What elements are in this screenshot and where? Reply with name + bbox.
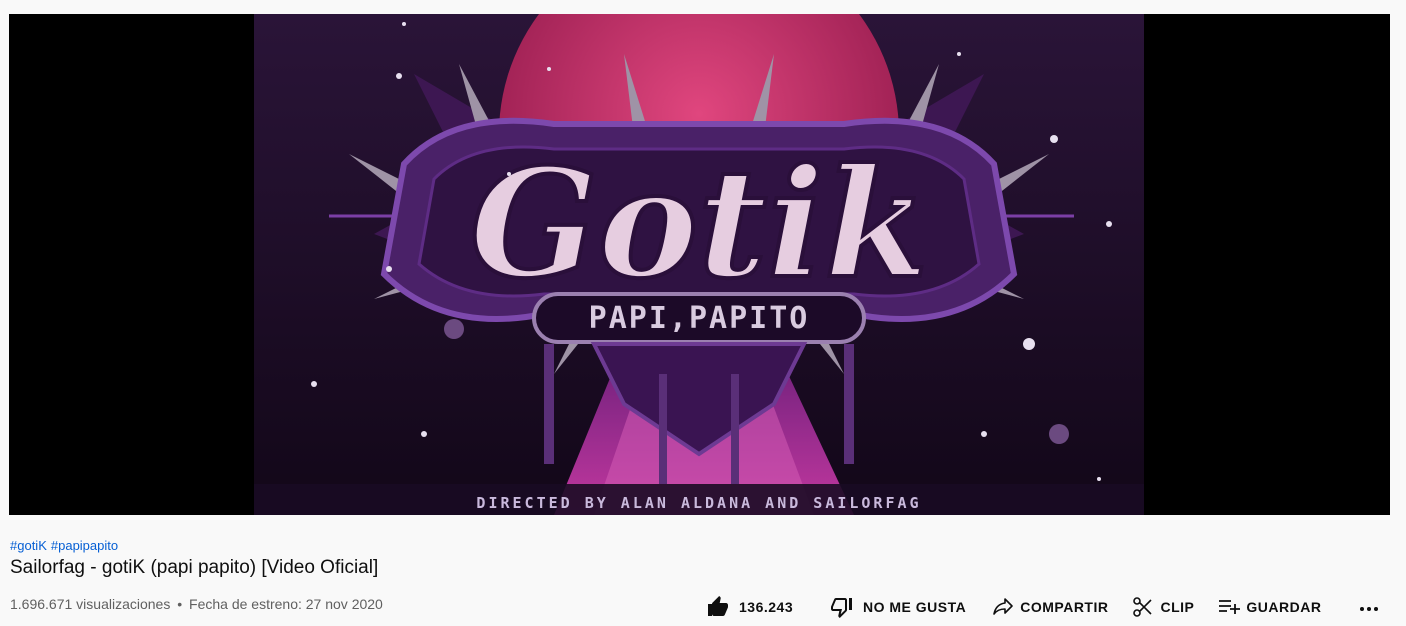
like-count: 136.243 <box>739 599 794 615</box>
more-actions-button[interactable] <box>1355 595 1383 621</box>
like-button[interactable]: 136.243 <box>705 590 815 624</box>
clip-label: CLIP <box>1160 599 1195 615</box>
more-horizontal-icon <box>1359 599 1379 617</box>
meta-separator: • <box>177 596 183 612</box>
thumbnail-subtitle: PAPI,PAPITO <box>589 301 810 336</box>
video-player[interactable]: Gotik PAPI,PAPITO DIRECTED BY ALAN ALDAN… <box>9 14 1390 515</box>
video-meta: 1.696.671 visualizaciones • Fecha de est… <box>10 596 383 612</box>
hashtags: #gotiK #papipapito <box>10 538 122 553</box>
thumbs-up-icon <box>705 594 731 620</box>
hashtag-link[interactable]: #gotiK <box>10 538 47 553</box>
view-count: 1.696.671 visualizaciones <box>10 596 171 612</box>
share-button[interactable]: COMPARTIR <box>990 590 1108 624</box>
share-label: COMPARTIR <box>1020 599 1109 615</box>
video-title: Sailorfag - gotiK (papi papito) [Video O… <box>10 557 379 578</box>
thumbs-down-icon <box>829 594 855 620</box>
dislike-label: NO ME GUSTA <box>863 599 967 615</box>
video-frame: Gotik PAPI,PAPITO DIRECTED BY ALAN ALDAN… <box>254 14 1144 515</box>
share-arrow-icon <box>990 594 1016 620</box>
thumbnail-credits: DIRECTED BY ALAN ALDANA AND SAILORFAG <box>476 494 921 512</box>
action-bar: 136.243 NO ME GUSTA COMPARTIR CLIP GUARD… <box>705 590 1321 624</box>
video-thumbnail-art: Gotik PAPI,PAPITO DIRECTED BY ALAN ALDAN… <box>254 14 1144 515</box>
playlist-add-icon <box>1216 594 1242 620</box>
clip-button[interactable]: CLIP <box>1130 590 1194 624</box>
thumbnail-logo-text: Gotik <box>470 136 928 312</box>
save-label: GUARDAR <box>1246 599 1322 615</box>
hashtag-link[interactable]: #papipapito <box>51 538 118 553</box>
dislike-button[interactable]: NO ME GUSTA <box>829 590 966 624</box>
premiere-date: Fecha de estreno: 27 nov 2020 <box>189 596 383 612</box>
scissors-icon <box>1130 594 1156 620</box>
save-button[interactable]: GUARDAR <box>1216 590 1321 624</box>
